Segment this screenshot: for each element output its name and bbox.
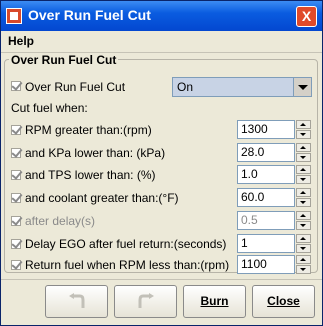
check-icon: [11, 239, 22, 250]
spin-down-icon[interactable]: [296, 175, 311, 184]
after-delay-input[interactable]: 0.5: [237, 211, 295, 230]
field-label-kpa-lower: and KPa lower than: (kPa): [25, 146, 166, 160]
dialog-window: Over Run Fuel Cut X Help Over Run Fuel C…: [0, 0, 323, 326]
close-window-button[interactable]: X: [296, 6, 317, 27]
enable-label: Over Run Fuel Cut: [25, 80, 126, 94]
spin-up-icon[interactable]: [296, 211, 311, 220]
chevron-down-icon[interactable]: [293, 78, 311, 96]
menu-bar: Help: [1, 31, 322, 53]
delay-ego-input[interactable]: 1: [237, 234, 295, 253]
spinner-after-delay: 0.5: [237, 211, 313, 230]
check-icon: [11, 148, 22, 159]
field-label-tps-lower: and TPS lower than: (%): [25, 168, 156, 182]
spinner-coolant-greater: 60.0: [237, 188, 313, 207]
field-label-delay-ego: Delay EGO after fuel return:(seconds): [25, 237, 227, 251]
spin-up-icon[interactable]: [296, 120, 311, 129]
spinner-kpa-lower: 28.0: [237, 143, 313, 162]
spinner-delay-ego: 1: [237, 234, 313, 253]
close-button[interactable]: Close: [252, 285, 315, 318]
check-icon: [11, 81, 22, 92]
group-title: Over Run Fuel Cut: [9, 53, 119, 67]
redo-button[interactable]: [114, 285, 177, 318]
check-icon: [11, 260, 22, 271]
spinner-tps-lower: 1.0: [237, 165, 313, 184]
spin-up-icon[interactable]: [296, 165, 311, 174]
return-fuel-rpm-input[interactable]: 1100: [237, 255, 295, 274]
check-icon: [11, 125, 22, 136]
check-icon: [11, 216, 22, 227]
spin-down-icon[interactable]: [296, 265, 311, 274]
spin-up-icon[interactable]: [296, 188, 311, 197]
footer-divider: [1, 279, 322, 280]
spin-down-icon[interactable]: [296, 153, 311, 162]
menu-help[interactable]: Help: [8, 34, 34, 48]
field-label-return-fuel-rpm: Return fuel when RPM less than:(rpm): [25, 258, 230, 272]
check-icon: [11, 170, 22, 181]
enable-select-value: On: [177, 80, 194, 94]
rpm-greater-input[interactable]: 1300: [237, 120, 295, 139]
cut-fuel-when-label: Cut fuel when:: [11, 101, 88, 115]
spin-up-icon[interactable]: [296, 234, 311, 243]
enable-select[interactable]: On: [172, 77, 312, 97]
burn-button[interactable]: Burn: [183, 285, 246, 318]
app-icon: [6, 8, 22, 24]
check-icon: [11, 193, 22, 204]
spin-down-icon[interactable]: [296, 130, 311, 139]
spin-up-icon[interactable]: [296, 255, 311, 264]
undo-button[interactable]: [45, 285, 108, 318]
tps-lower-input[interactable]: 1.0: [237, 165, 295, 184]
spinner-rpm-greater: 1300: [237, 120, 313, 139]
redo-icon: [138, 293, 154, 308]
field-label-rpm-greater: RPM greater than:(rpm): [25, 123, 152, 137]
spin-down-icon[interactable]: [296, 221, 311, 230]
field-label-coolant-greater: and coolant greater than:(°F): [25, 191, 179, 205]
window-title: Over Run Fuel Cut: [28, 7, 151, 23]
title-bar[interactable]: Over Run Fuel Cut X: [1, 1, 322, 31]
kpa-lower-input[interactable]: 28.0: [237, 143, 295, 162]
spin-down-icon[interactable]: [296, 198, 311, 207]
spin-down-icon[interactable]: [296, 244, 311, 253]
field-label-after-delay: after delay(s): [25, 214, 96, 228]
spinner-return-fuel-rpm: 1100: [237, 255, 313, 274]
undo-icon: [69, 293, 85, 308]
spin-up-icon[interactable]: [296, 143, 311, 152]
coolant-greater-input[interactable]: 60.0: [237, 188, 295, 207]
